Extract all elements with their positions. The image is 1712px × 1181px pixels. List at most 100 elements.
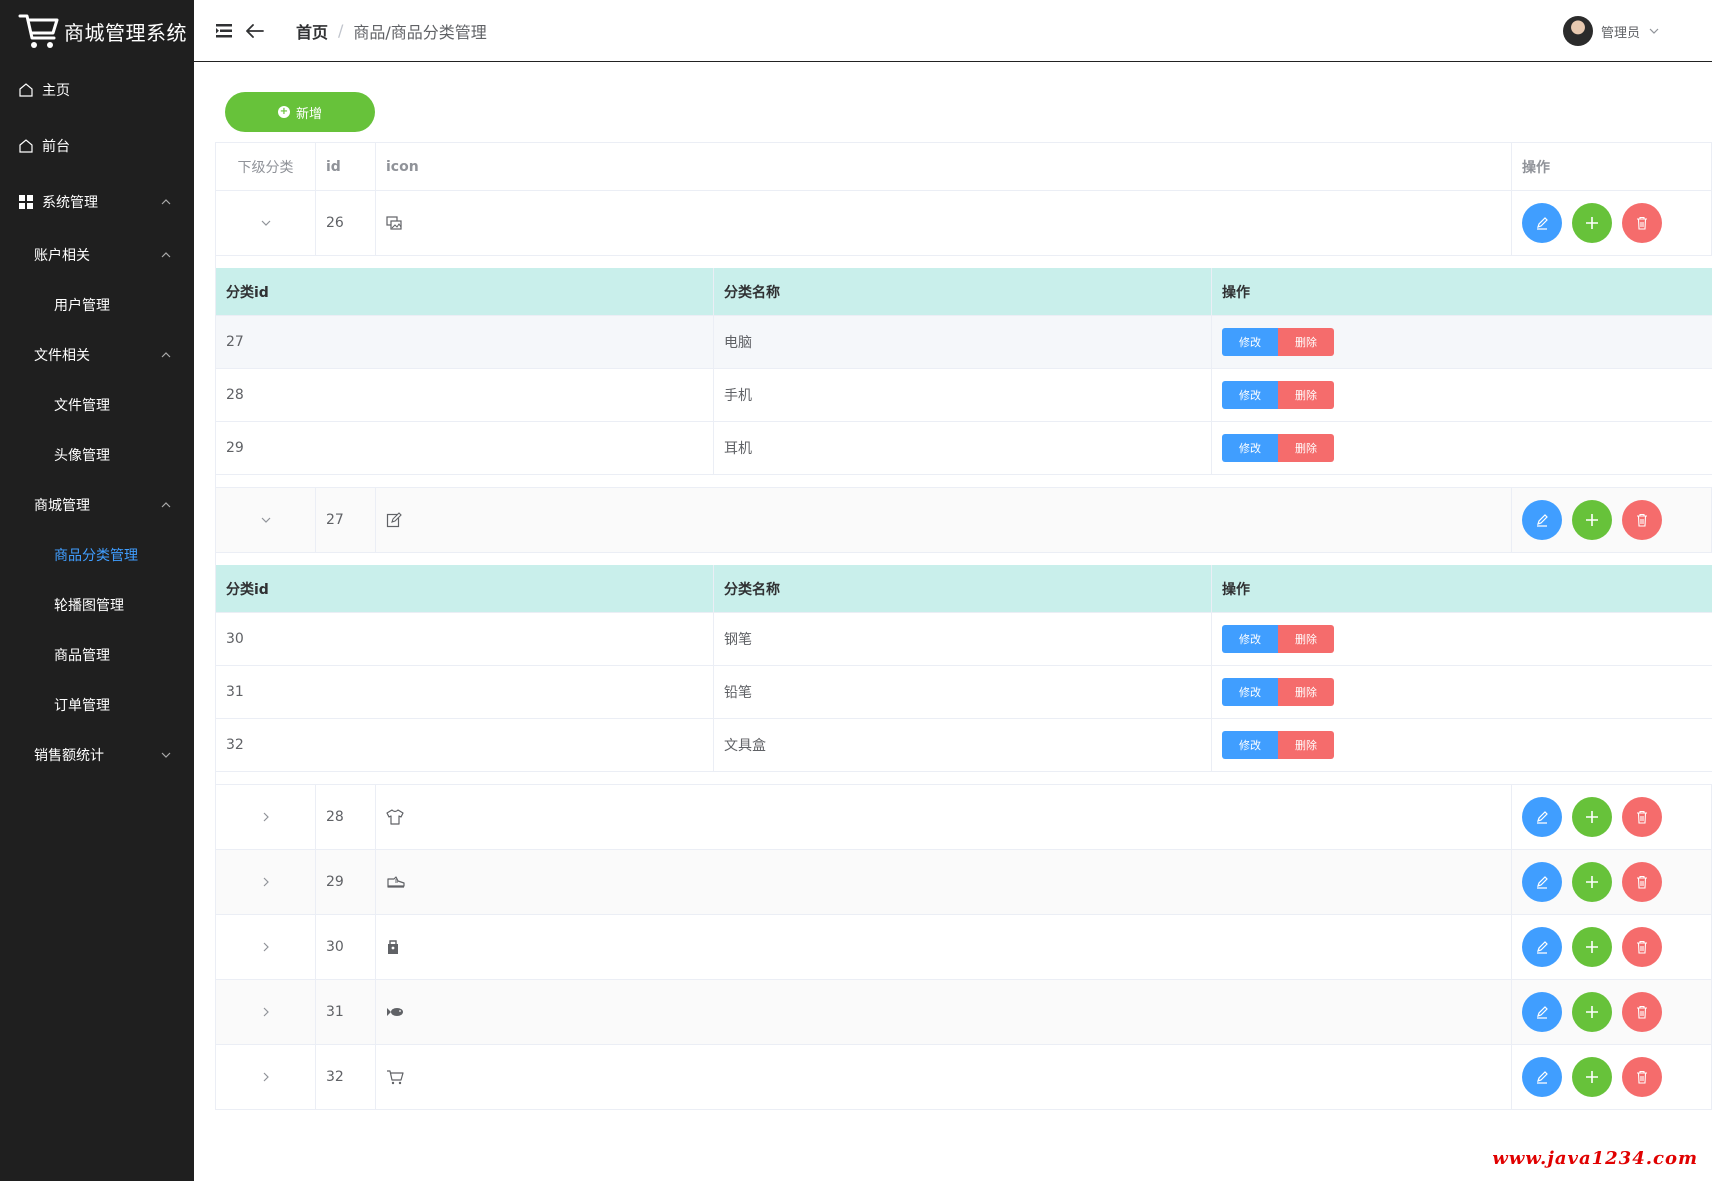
sidebar-item-sales[interactable]: 销售额统计 <box>0 730 194 780</box>
delete-button[interactable] <box>1622 1057 1662 1097</box>
breadcrumb: 首页 / 商品/商品分类管理 <box>296 19 487 43</box>
table-row: 32 <box>215 1045 1712 1110</box>
menu-fold-icon[interactable] <box>216 23 232 38</box>
sidebar-item-frontend[interactable]: 前台 <box>0 118 194 174</box>
delete-button[interactable] <box>1622 927 1662 967</box>
delete-button[interactable] <box>1622 797 1662 837</box>
sidebar-item-files[interactable]: 文件管理 <box>0 380 194 430</box>
sidebar-item-account[interactable]: 账户相关 <box>0 230 194 280</box>
delete-button[interactable] <box>1622 203 1662 243</box>
chevron-up-icon <box>161 502 171 508</box>
sub-edit-button[interactable]: 修改 <box>1222 731 1278 759</box>
edit-pen-icon <box>1537 1071 1548 1084</box>
sidebar-item-label: 系统管理 <box>42 195 98 211</box>
sub-delete-button[interactable]: 删除 <box>1278 381 1334 409</box>
subtable-row: 32 文具盒 修改 删除 <box>216 719 1712 772</box>
sidebar-item-categories[interactable]: 商品分类管理 <box>0 530 194 580</box>
sub-id: 30 <box>216 613 714 665</box>
add-child-button[interactable] <box>1572 500 1612 540</box>
row-id: 31 <box>316 980 376 1044</box>
expand-toggle[interactable] <box>216 191 316 255</box>
sidebar-item-carousel[interactable]: 轮播图管理 <box>0 580 194 630</box>
expand-toggle[interactable] <box>216 850 316 914</box>
add-child-button[interactable] <box>1572 203 1612 243</box>
subtable-row: 31 铅笔 修改 删除 <box>216 666 1712 719</box>
chevron-right-icon <box>263 942 269 952</box>
edit-button[interactable] <box>1522 797 1562 837</box>
sub-edit-button[interactable]: 修改 <box>1222 328 1278 356</box>
sub-actions: 修改 删除 <box>1212 719 1712 771</box>
edit-button[interactable] <box>1522 1057 1562 1097</box>
row-id: 30 <box>316 915 376 979</box>
sub-edit-button[interactable]: 修改 <box>1222 434 1278 462</box>
row-icon-cell <box>376 488 1512 552</box>
sub-edit-button[interactable]: 修改 <box>1222 381 1278 409</box>
add-child-button[interactable] <box>1572 862 1612 902</box>
edit-button[interactable] <box>1522 203 1562 243</box>
plus-icon <box>1586 1071 1598 1083</box>
add-child-button[interactable] <box>1572 927 1612 967</box>
sub-actions: 修改 删除 <box>1212 613 1712 665</box>
sidebar-item-system[interactable]: 系统管理 <box>0 174 194 230</box>
edit-button[interactable] <box>1522 500 1562 540</box>
sub-id: 27 <box>216 316 714 368</box>
plus-icon <box>1586 217 1598 229</box>
back-arrow-icon[interactable] <box>246 23 264 38</box>
sidebar-item-label: 账户相关 <box>34 248 90 264</box>
table-row: 30 <box>215 915 1712 980</box>
table-row: 31 <box>215 980 1712 1045</box>
column-header-ops: 操作 <box>1512 143 1712 190</box>
expand-toggle[interactable] <box>216 1045 316 1109</box>
sidebar-item-avatars[interactable]: 头像管理 <box>0 430 194 480</box>
column-header-id: id <box>316 143 376 190</box>
trash-icon <box>1637 1005 1647 1019</box>
sidebar-item-products[interactable]: 商品管理 <box>0 630 194 680</box>
sidebar-item-orders[interactable]: 订单管理 <box>0 680 194 730</box>
sidebar-item-home[interactable]: 主页 <box>0 62 194 118</box>
expand-toggle[interactable] <box>216 488 316 552</box>
sidebar-item-files-group[interactable]: 文件相关 <box>0 330 194 380</box>
add-child-button[interactable] <box>1572 797 1612 837</box>
breadcrumb-home[interactable]: 首页 <box>296 19 328 43</box>
table-row: 27 <box>215 488 1712 553</box>
sidebar-item-mall[interactable]: 商城管理 <box>0 480 194 530</box>
sub-delete-button[interactable]: 删除 <box>1278 625 1334 653</box>
sidebar-item-users[interactable]: 用户管理 <box>0 280 194 330</box>
delete-button[interactable] <box>1622 500 1662 540</box>
chevron-up-icon <box>161 352 171 358</box>
add-child-button[interactable] <box>1572 1057 1612 1097</box>
sub-name: 耳机 <box>714 422 1212 474</box>
row-icon-cell <box>376 980 1512 1044</box>
edit-button[interactable] <box>1522 862 1562 902</box>
fish-icon <box>387 1008 403 1016</box>
table-row: 26 <box>215 191 1712 256</box>
sub-delete-button[interactable]: 删除 <box>1278 328 1334 356</box>
cart-icon <box>387 1070 404 1085</box>
category-table: 下级分类 id icon 操作 26 分类id 分类名称 操作 27 电脑 修改… <box>215 142 1712 1110</box>
subcolumn-header-ops: 操作 <box>1222 581 1250 598</box>
shirt-icon <box>386 809 404 825</box>
sub-id: 29 <box>216 422 714 474</box>
sub-edit-button[interactable]: 修改 <box>1222 678 1278 706</box>
chevron-down-icon <box>261 517 270 523</box>
edit-button[interactable] <box>1522 927 1562 967</box>
sub-edit-button[interactable]: 修改 <box>1222 625 1278 653</box>
avatar <box>1562 16 1593 46</box>
expand-toggle[interactable] <box>216 915 316 979</box>
user-menu[interactable]: 管理员 <box>1562 16 1660 46</box>
add-child-button[interactable] <box>1572 992 1612 1032</box>
sub-delete-button[interactable]: 删除 <box>1278 731 1334 759</box>
expand-toggle[interactable] <box>216 980 316 1044</box>
main-content: + 新增 下级分类 id icon 操作 26 分类id 分类名称 操作 27 … <box>194 62 1712 1181</box>
add-button[interactable]: + 新增 <box>225 92 375 132</box>
edit-button[interactable] <box>1522 992 1562 1032</box>
delete-button[interactable] <box>1622 862 1662 902</box>
expand-toggle[interactable] <box>216 785 316 849</box>
trash-icon <box>1637 940 1647 954</box>
sub-delete-button[interactable]: 删除 <box>1278 678 1334 706</box>
delete-button[interactable] <box>1622 992 1662 1032</box>
sub-id: 28 <box>216 369 714 421</box>
app-title: 商城管理系统 <box>64 20 187 45</box>
edit-icon <box>386 512 402 528</box>
sub-delete-button[interactable]: 删除 <box>1278 434 1334 462</box>
